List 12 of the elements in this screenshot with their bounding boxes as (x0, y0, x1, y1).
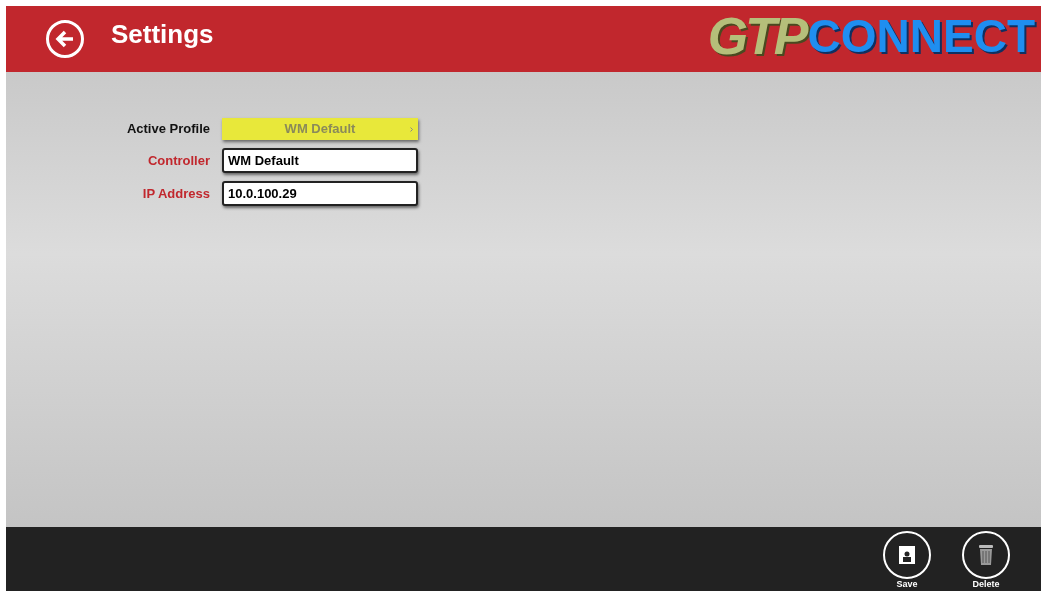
field-label: IP Address (141, 184, 210, 203)
text-field[interactable]: 10.0.100.29 (222, 181, 418, 206)
back-button[interactable] (46, 20, 84, 58)
trash-can-icon (979, 545, 993, 565)
left-arrow-icon (55, 30, 75, 48)
text-field[interactable]: WM Default (222, 148, 418, 173)
field-label: Controller (146, 151, 210, 170)
field-label: Active Profile (125, 120, 210, 139)
logo-gtp: GTP (707, 10, 806, 62)
page-title: Settings (111, 17, 214, 51)
chevron-icon (410, 127, 413, 132)
logo-connect: CONNECT (807, 13, 1035, 59)
